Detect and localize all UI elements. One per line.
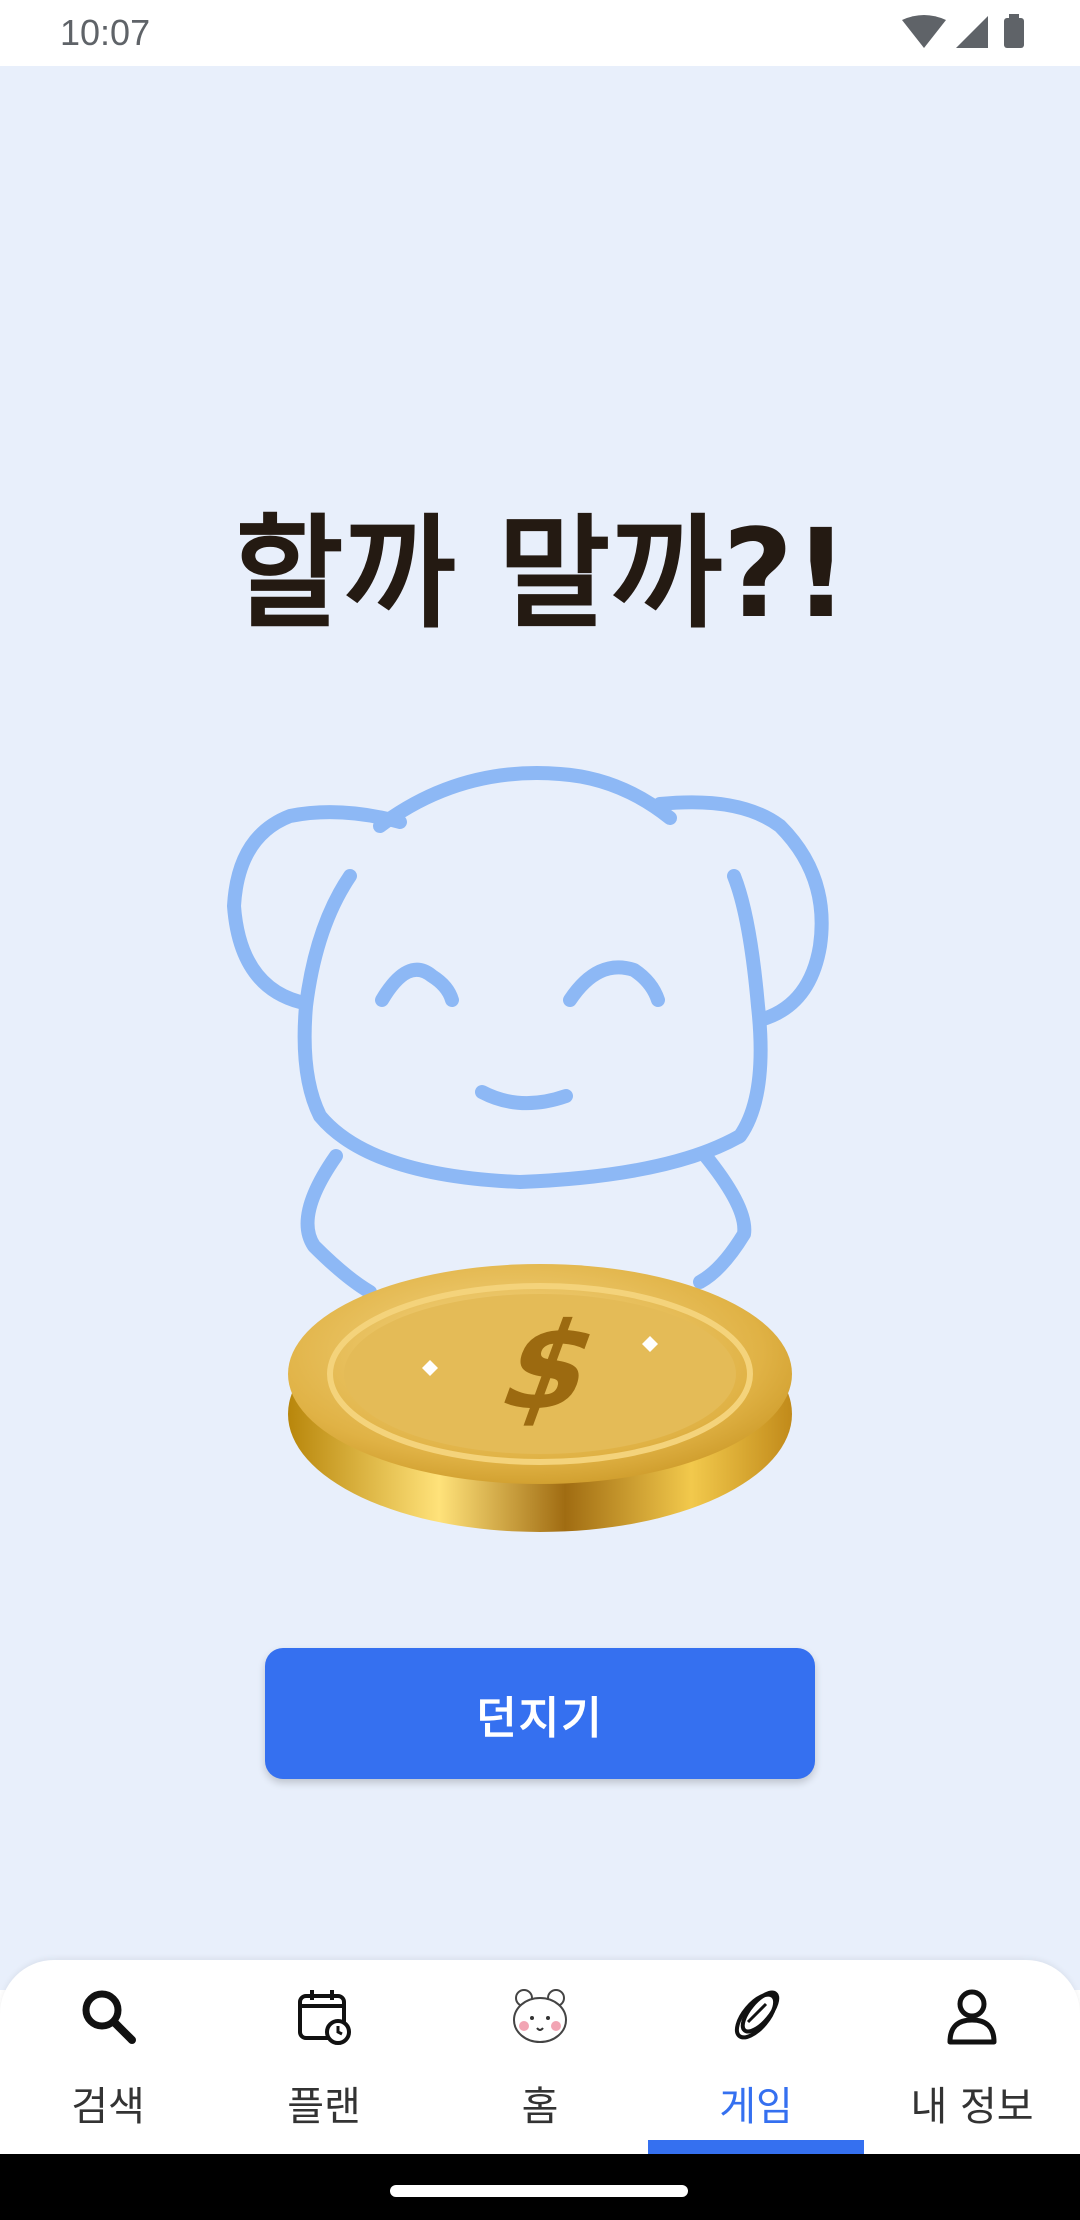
nav-item-search[interactable]: 검색 [0,1960,216,2154]
bottom-navigation: 검색 플랜 홈 게임 내 정보 [0,1960,1080,2154]
game-screen: 할까 말까?! $ 던지기 [0,66,1080,1990]
nav-label-profile: 내 정보 [910,2084,1034,2130]
bear-icon [513,1989,567,2043]
battery-icon [1004,18,1024,48]
puppy-character-illustration [227,766,829,1299]
nav-item-game[interactable]: 게임 [648,1960,864,2154]
status-bar: 10:07 [0,0,1080,66]
throw-button[interactable]: 던지기 [265,1648,815,1779]
nav-label-home: 홈 [521,2084,559,2130]
signal-icon [956,16,988,48]
calendar-icon [298,1990,351,2045]
svg-text:할까 말까?!: 할까 말까?! [240,503,840,645]
person-icon [947,1989,997,2045]
nav-label-plan: 플랜 [287,2084,361,2130]
gold-coin: $ [288,1264,792,1532]
coin-icon [734,1990,780,2040]
wifi-icon [902,15,946,48]
nav-item-plan[interactable]: 플랜 [216,1960,432,2154]
nav-label-search: 검색 [71,2084,145,2130]
nav-item-profile[interactable]: 내 정보 [864,1960,1080,2154]
page-title: 할까 말까?! [240,503,840,645]
status-icons [902,14,1024,48]
status-time: 10:07 [60,12,151,53]
nav-item-home[interactable]: 홈 [432,1960,648,2154]
active-tab-indicator [648,2140,864,2154]
search-icon [82,1990,136,2044]
nav-label-game: 게임 [719,2084,793,2130]
home-gesture-handle[interactable] [390,2185,688,2197]
